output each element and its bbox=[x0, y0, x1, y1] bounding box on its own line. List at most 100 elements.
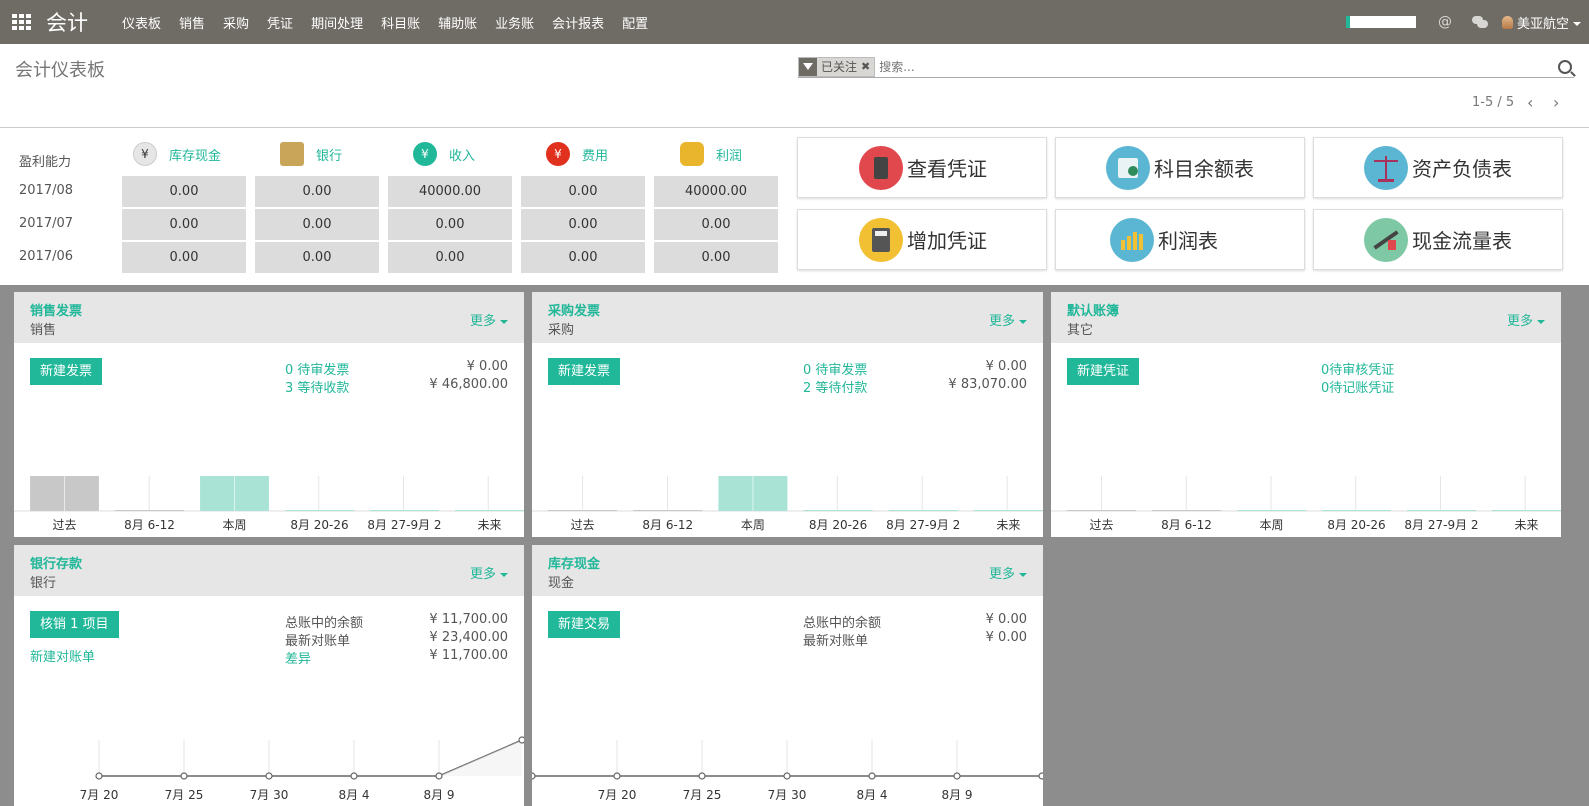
summary-cell[interactable]: 0.00 bbox=[654, 209, 778, 240]
summary-cell[interactable]: 40000.00 bbox=[654, 176, 778, 207]
card-subtitle: 银行 bbox=[30, 576, 57, 591]
menu-item-auxiliary[interactable]: 辅助账 bbox=[438, 13, 477, 32]
summary-cell[interactable]: 0.00 bbox=[521, 242, 645, 273]
new-invoice-button[interactable]: 新建发票 bbox=[30, 358, 103, 385]
stat-value: ¥ 0.00 bbox=[985, 359, 1027, 374]
chart-bar bbox=[1067, 510, 1136, 511]
profit-report-button[interactable]: 利润表 bbox=[1055, 209, 1305, 270]
menu-item-purchase[interactable]: 采购 bbox=[223, 13, 249, 32]
account-balance-button[interactable]: 科目余额表 bbox=[1055, 137, 1305, 198]
more-dropdown[interactable]: 更多 bbox=[989, 310, 1027, 329]
awaiting-payment-link[interactable]: 2 等待付款 bbox=[803, 377, 867, 396]
chevron-down-icon bbox=[1019, 319, 1027, 324]
account-balance-icon bbox=[1106, 145, 1150, 190]
card-title[interactable]: 库存现金 bbox=[548, 553, 600, 572]
data-point bbox=[518, 736, 524, 744]
view-voucher-button[interactable]: 查看凭证 bbox=[797, 137, 1047, 198]
summary-cell[interactable]: 0.00 bbox=[521, 209, 645, 240]
menu-item-ledger[interactable]: 科目账 bbox=[381, 13, 420, 32]
pending-bills-link[interactable]: 0 待审发票 bbox=[803, 359, 867, 378]
facet-remove-icon[interactable]: ✖ bbox=[861, 60, 874, 73]
balance-sheet-button[interactable]: 资产负债表 bbox=[1313, 137, 1563, 198]
summary-cell[interactable]: 0.00 bbox=[255, 242, 379, 273]
user-menu[interactable]: 美亚航空 bbox=[1517, 13, 1581, 32]
summary-cell[interactable]: 0.00 bbox=[255, 209, 379, 240]
stat-label: 最新对账单 bbox=[285, 634, 351, 649]
user-name: 美亚航空 bbox=[1516, 16, 1569, 32]
apps-menu-icon[interactable] bbox=[12, 14, 32, 30]
menu-item-dashboard[interactable]: 仪表板 bbox=[122, 13, 161, 32]
x-tick-label: 8月 27-9月 2 bbox=[1404, 518, 1478, 532]
card-subtitle: 其它 bbox=[1067, 323, 1094, 338]
menu-item-config[interactable]: 配置 bbox=[622, 13, 648, 32]
more-dropdown[interactable]: 更多 bbox=[989, 563, 1027, 582]
data-point bbox=[532, 772, 536, 780]
at-icon[interactable]: @ bbox=[1438, 14, 1452, 30]
search-icon[interactable] bbox=[1558, 59, 1572, 74]
summary-cell[interactable]: 0.00 bbox=[521, 176, 645, 207]
difference-link[interactable]: 差异 bbox=[285, 648, 311, 667]
card-title[interactable]: 采购发票 bbox=[548, 300, 600, 319]
more-dropdown[interactable]: 更多 bbox=[470, 310, 508, 329]
stat-value: ¥ 23,400.00 bbox=[429, 630, 508, 645]
menu-item-voucher[interactable]: 凭证 bbox=[267, 13, 293, 32]
card-title[interactable]: 销售发票 bbox=[30, 300, 82, 319]
summary-cell[interactable]: 0.00 bbox=[122, 209, 246, 240]
quick-button-label: 科目余额表 bbox=[1154, 157, 1254, 181]
data-point bbox=[613, 772, 621, 780]
x-tick-label: 8月 9 bbox=[423, 788, 454, 802]
main-menu: 仪表板 销售 采购 凭证 期间处理 科目账 辅助账 业务账 会计报表 配置 bbox=[122, 13, 666, 32]
new-statement-link[interactable]: 新建对账单 bbox=[30, 646, 95, 665]
new-transaction-button[interactable]: 新建交易 bbox=[548, 611, 621, 638]
reconcile-button[interactable]: 核销 1 项目 bbox=[30, 611, 119, 638]
search-input[interactable] bbox=[879, 59, 1558, 74]
summary-cell[interactable]: 0.00 bbox=[122, 176, 246, 207]
x-tick-label: 本周 bbox=[1259, 518, 1283, 532]
summary-cell[interactable]: 0.00 bbox=[388, 209, 512, 240]
column-profit[interactable]: 利润 bbox=[680, 142, 742, 166]
quick-button-label: 现金流量表 bbox=[1412, 229, 1512, 253]
menu-item-business[interactable]: 业务账 bbox=[495, 13, 534, 32]
column-income[interactable]: ¥ 收入 bbox=[413, 142, 475, 166]
add-voucher-button[interactable]: 增加凭证 bbox=[797, 209, 1047, 270]
bank-line-chart: 7月 20 7月 25 7月 30 8月 4 8月 9 bbox=[14, 736, 524, 802]
x-tick-label: 8月 27-9月 2 bbox=[367, 518, 441, 532]
x-tick-label: 未来 bbox=[477, 518, 501, 532]
column-bank[interactable]: 银行 bbox=[280, 142, 342, 166]
menu-item-period[interactable]: 期间处理 bbox=[311, 13, 363, 32]
pager-prev-button[interactable]: ‹ bbox=[1520, 93, 1540, 112]
new-bill-button[interactable]: 新建发票 bbox=[548, 358, 621, 385]
chat-icon[interactable] bbox=[1471, 16, 1488, 28]
pending-review-link[interactable]: 0待审核凭证 bbox=[1321, 359, 1394, 378]
summary-cell[interactable]: 40000.00 bbox=[388, 176, 512, 207]
card-title[interactable]: 银行存款 bbox=[30, 553, 82, 572]
summary-cell[interactable]: 0.00 bbox=[388, 242, 512, 273]
column-expense[interactable]: ¥ 费用 bbox=[546, 142, 608, 166]
pager-next-button[interactable]: › bbox=[1546, 93, 1566, 112]
chart-bar bbox=[803, 510, 873, 511]
more-dropdown[interactable]: 更多 bbox=[1507, 310, 1545, 329]
summary-cell[interactable]: 0.00 bbox=[654, 242, 778, 273]
avatar[interactable] bbox=[1501, 15, 1513, 29]
menu-item-reports[interactable]: 会计报表 bbox=[552, 13, 604, 32]
x-tick-label: 7月 20 bbox=[598, 788, 637, 802]
x-tick-label: 本周 bbox=[222, 518, 246, 532]
x-tick-label: 8月 20-26 bbox=[1327, 518, 1385, 532]
x-tick-label: 7月 20 bbox=[80, 788, 119, 802]
summary-cell[interactable]: 0.00 bbox=[255, 176, 379, 207]
awaiting-payment-link[interactable]: 3 等待收款 bbox=[285, 377, 349, 396]
menu-item-sales[interactable]: 销售 bbox=[179, 13, 205, 32]
card-title[interactable]: 默认账簿 bbox=[1067, 300, 1119, 319]
progress-bar[interactable] bbox=[1345, 16, 1416, 28]
summary-cell[interactable]: 0.00 bbox=[122, 242, 246, 273]
chevron-down-icon bbox=[500, 319, 508, 324]
data-point bbox=[1038, 772, 1043, 780]
stat-value: ¥ 46,800.00 bbox=[429, 377, 508, 392]
cashflow-button[interactable]: 现金流量表 bbox=[1313, 209, 1563, 270]
new-entry-button[interactable]: 新建凭证 bbox=[1067, 358, 1140, 385]
pending-posting-link[interactable]: 0待记账凭证 bbox=[1321, 377, 1394, 396]
more-dropdown[interactable]: 更多 bbox=[470, 563, 508, 582]
data-point bbox=[953, 772, 961, 780]
column-cash[interactable]: ¥ 库存现金 bbox=[133, 142, 221, 166]
pending-invoices-link[interactable]: 0 待审发票 bbox=[285, 359, 349, 378]
